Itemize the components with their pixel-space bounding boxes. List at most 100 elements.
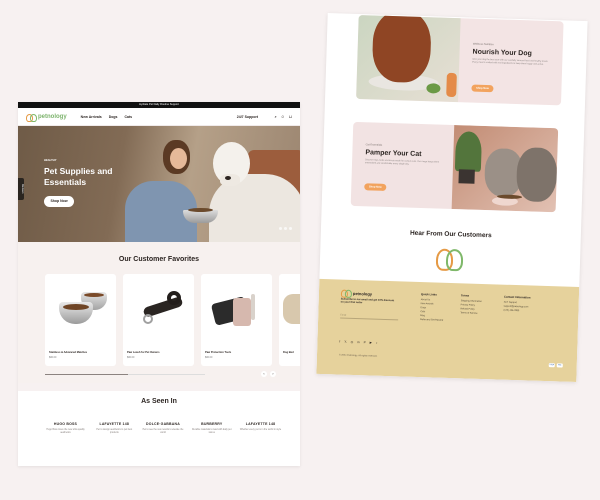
cat-panel-title: Pamper Your Cat: [365, 149, 422, 159]
bowls-product-image: [59, 292, 107, 326]
brand-item: LAFAYETTE 148 Pet to design aesthetics t…: [92, 422, 137, 435]
footer-column-heading: Contact Information: [503, 294, 531, 300]
user-icon[interactable]: ☺: [281, 114, 285, 119]
site-logo[interactable]: petnology: [26, 113, 67, 122]
cart-icon[interactable]: ⊔: [289, 114, 292, 119]
dog-promo-panel: Wellness Nutrition Nourish Your Dog Give…: [356, 14, 564, 106]
footer-column-heading: Terms: [460, 293, 470, 298]
nav-new-arrivals[interactable]: New Arrivals: [81, 115, 102, 119]
as-seen-in-section: As Seen In HUGO BOSS Hugo Boss loves the…: [18, 383, 300, 463]
product-name: Paw Leash for Pet Owners: [127, 351, 160, 354]
hero-title: Pet Supplies and Essentials: [44, 166, 113, 187]
copyright-text: © 2024 Petnology. All rights reserved.: [338, 354, 378, 358]
product-card[interactable]: Paw Leash for Pet Owners $00.00: [123, 274, 194, 366]
footer-link[interactable]: Shipping Information: [461, 300, 482, 303]
cat-promo-panel: Cat Essentials Pamper Your Cat Discover …: [350, 121, 559, 213]
footer-link[interactable]: New Arrivals: [421, 303, 444, 306]
testimonials-title: Hear From Our Customers: [409, 229, 492, 240]
nav-dogs[interactable]: Dogs: [109, 115, 118, 119]
linkedin-icon[interactable]: in: [357, 340, 359, 344]
hero-shop-now-button[interactable]: Shop Now: [44, 196, 74, 207]
mastercard-icon: MC: [556, 363, 563, 368]
support-link[interactable]: 24/7 Support: [237, 115, 258, 119]
footer-link[interactable]: About Us: [421, 299, 444, 302]
product-card[interactable]: Dog Bed: [279, 274, 300, 366]
pinterest-icon[interactable]: P: [364, 340, 366, 344]
nav-cats[interactable]: Cats: [125, 115, 133, 119]
dog-panel-eyebrow: Wellness Nutrition: [472, 42, 494, 47]
carousel-progress-bar: [45, 374, 205, 375]
search-icon[interactable]: ⌕: [275, 114, 277, 119]
footer-link[interactable]: Refund Policy: [460, 308, 481, 311]
tools-product-image: [210, 294, 265, 328]
tiktok-icon[interactable]: ♪: [376, 341, 378, 345]
bed-product-image: [283, 294, 300, 324]
cat-shop-now-button[interactable]: Shop Now: [364, 183, 387, 191]
product-card[interactable]: Paw Protection Tools $00.00: [201, 274, 272, 366]
footer-phone-link[interactable]: (123) 456-7890: [503, 310, 530, 313]
as-seen-in-title: As Seen In: [141, 398, 177, 405]
brand-name: LAFAYETTE 148: [99, 422, 129, 426]
site-header: petnology New Arrivals Dogs Cats 24/7 Su…: [18, 108, 300, 126]
youtube-icon[interactable]: ▶: [370, 340, 372, 344]
product-price: $00.00: [127, 356, 135, 359]
hero-carousel-dots[interactable]: [279, 227, 292, 230]
brand-name: HUGO BOSS: [53, 422, 78, 426]
main-nav: New Arrivals Dogs Cats: [81, 115, 132, 119]
pet-logo-icon: [26, 113, 37, 122]
dog-panel-title: Nourish Your Dog: [472, 48, 532, 58]
brand-quote: Hugo Boss loves the new ultra quality ae…: [46, 429, 85, 434]
logo-text: petnology: [38, 113, 67, 120]
instagram-icon[interactable]: ◎: [351, 340, 354, 344]
visa-icon: VISA: [548, 363, 555, 368]
payment-icons: VISA MC: [548, 363, 563, 368]
footer-logo[interactable]: petnology: [341, 290, 372, 297]
x-icon[interactable]: 𝕏: [344, 340, 347, 344]
reviews-side-tab[interactable]: Reviews: [18, 178, 24, 200]
favorites-title: Our Customer Favorites: [118, 256, 200, 263]
newsletter-email-field[interactable]: Email: [340, 311, 399, 321]
header-icons: ⌕ ☺ ⊔: [275, 114, 292, 119]
dog-eating-image: [356, 14, 461, 103]
brand-name: LAFAYETTE 148: [245, 422, 276, 426]
carousel-next-button[interactable]: ›: [270, 371, 276, 377]
footer-link[interactable]: Dogs: [420, 307, 443, 310]
footer-link[interactable]: Terms of Service: [460, 312, 481, 315]
carousel-prev-button[interactable]: ‹: [261, 371, 267, 377]
product-carousel: Stainless & Advanced Matches $00.00 Paw …: [45, 274, 300, 366]
footer-email-link[interactable]: support@petnology.com: [504, 306, 531, 309]
newsletter-text: Subscribe to our email and get 10% disco…: [340, 297, 395, 305]
footer-link[interactable]: Blog: [420, 315, 443, 318]
footer-contact-item: 24/7 Support: [503, 301, 517, 305]
footer-logo-text: petnology: [352, 290, 373, 297]
hero-bowl-image: [183, 208, 218, 223]
brand-quote: Pet to see the new results to elevate th…: [142, 429, 184, 434]
facebook-icon[interactable]: f: [339, 340, 340, 344]
footer-column-heading: Quick Links: [420, 292, 437, 297]
footer-link[interactable]: Refer and Get Reward: [420, 319, 443, 322]
customer-favorites-section: Our Customer Favorites Stainless & Advan…: [18, 242, 300, 383]
pet-logo-icon: [436, 249, 463, 270]
cat-panel-text: Discover toys, beds and treats made for …: [365, 159, 440, 166]
cats-image: [451, 125, 559, 213]
cat-panel-eyebrow: Cat Essentials: [365, 143, 383, 147]
brand-item: LAFAYETTE 148 Whether every pet is in th…: [238, 422, 283, 435]
brand-item: HUGO BOSS Hugo Boss loves the new ultra …: [43, 422, 88, 435]
product-card[interactable]: Stainless & Advanced Matches $00.00: [45, 274, 116, 366]
footer-link[interactable]: Privacy Policy: [461, 304, 482, 307]
leash-product-image: [137, 288, 185, 328]
pet-logo-icon: [341, 290, 351, 296]
brand-list: HUGO BOSS Hugo Boss loves the new ultra …: [43, 422, 283, 435]
brand-item: BURBERRY Durable materials to lead with …: [189, 422, 234, 435]
footer-link[interactable]: Cats: [420, 311, 443, 314]
site-footer: petnology Subscribe to our email and get…: [316, 278, 580, 382]
brand-quote: Durable materials to lead with daily pet…: [192, 429, 232, 434]
product-price: $00.00: [49, 356, 57, 359]
dog-shop-now-button[interactable]: Shop Now: [471, 84, 494, 93]
footer-contact: Contact Information 24/7 Support support…: [503, 295, 530, 315]
brand-name: DOLCE·GABBANA: [146, 422, 180, 426]
product-name: Stainless & Advanced Matches: [49, 351, 88, 354]
hero-woman-image: [123, 136, 197, 242]
footer-terms: Terms Shipping Information Privacy Polic…: [460, 293, 482, 317]
product-price: $00.00: [205, 356, 213, 359]
